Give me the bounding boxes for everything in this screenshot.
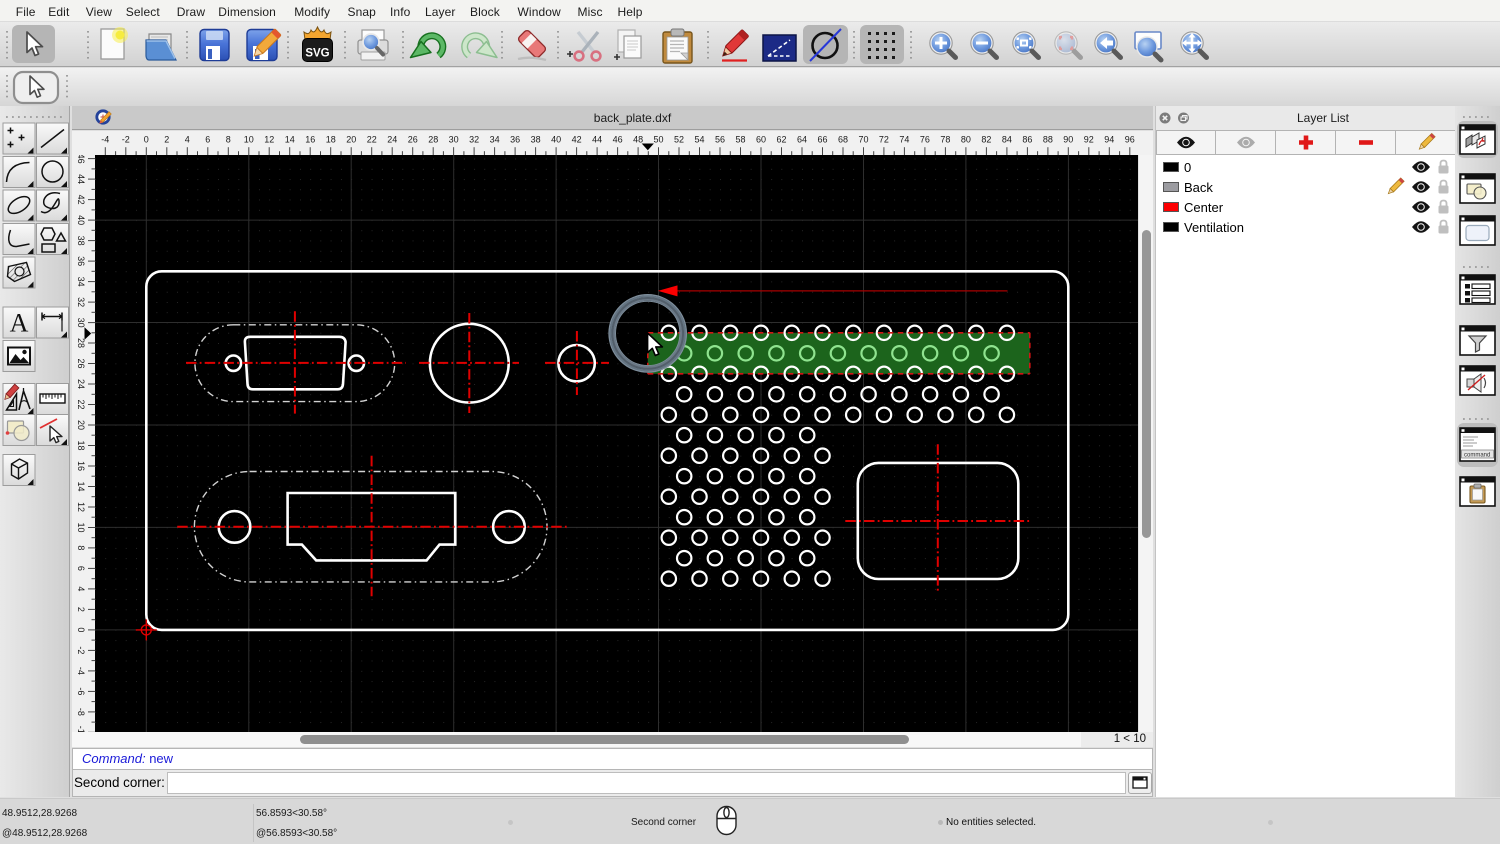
svg-text:92: 92 bbox=[1084, 135, 1094, 145]
svg-text:command: command bbox=[1464, 453, 1490, 459]
svg-text:38: 38 bbox=[76, 236, 86, 246]
svg-text:84: 84 bbox=[1002, 135, 1012, 145]
svg-text:36: 36 bbox=[76, 256, 86, 266]
svg-text:2: 2 bbox=[164, 135, 169, 145]
svg-text:-4: -4 bbox=[76, 667, 86, 675]
svg-text:18: 18 bbox=[76, 440, 86, 450]
svg-text:90: 90 bbox=[1063, 135, 1073, 145]
svg-text:30: 30 bbox=[76, 318, 86, 328]
svg-text:68: 68 bbox=[838, 135, 848, 145]
svg-text:56: 56 bbox=[715, 135, 725, 145]
svg-text:20: 20 bbox=[76, 420, 86, 430]
svg-text:46: 46 bbox=[613, 135, 623, 145]
svg-text:22: 22 bbox=[367, 135, 377, 145]
svg-text:22: 22 bbox=[76, 399, 86, 409]
svg-text:42: 42 bbox=[572, 135, 582, 145]
svg-text:-2: -2 bbox=[122, 135, 130, 145]
svg-text:24: 24 bbox=[387, 135, 397, 145]
svg-text:44: 44 bbox=[76, 174, 86, 184]
svg-text:12: 12 bbox=[76, 502, 86, 512]
svg-text:72: 72 bbox=[879, 135, 889, 145]
svg-text:50: 50 bbox=[653, 135, 663, 145]
svg-text:14: 14 bbox=[285, 135, 295, 145]
svg-text:52: 52 bbox=[674, 135, 684, 145]
svg-text:14: 14 bbox=[76, 481, 86, 491]
svg-text:4: 4 bbox=[185, 135, 190, 145]
svg-text:40: 40 bbox=[551, 135, 561, 145]
svg-text:A: A bbox=[10, 309, 29, 338]
svg-text:-8: -8 bbox=[76, 708, 86, 716]
svg-text:82: 82 bbox=[981, 135, 991, 145]
svg-text:16: 16 bbox=[305, 135, 315, 145]
svg-text:24: 24 bbox=[76, 379, 86, 389]
svg-text:26: 26 bbox=[408, 135, 418, 145]
svg-text:8: 8 bbox=[226, 135, 231, 145]
svg-text:30: 30 bbox=[449, 135, 459, 145]
svg-text:26: 26 bbox=[76, 358, 86, 368]
svg-text:18: 18 bbox=[326, 135, 336, 145]
svg-text:66: 66 bbox=[817, 135, 827, 145]
svg-text:8: 8 bbox=[76, 545, 86, 550]
svg-text:-4: -4 bbox=[101, 135, 109, 145]
svg-text:10: 10 bbox=[244, 135, 254, 145]
svg-text:-2: -2 bbox=[76, 646, 86, 654]
svg-text:42: 42 bbox=[76, 195, 86, 205]
svg-text:16: 16 bbox=[76, 461, 86, 471]
svg-text:6: 6 bbox=[76, 566, 86, 571]
svg-text:64: 64 bbox=[797, 135, 807, 145]
svg-text:58: 58 bbox=[735, 135, 745, 145]
svg-text:96: 96 bbox=[1125, 135, 1135, 145]
svg-text:78: 78 bbox=[940, 135, 950, 145]
svg-text:54: 54 bbox=[694, 135, 704, 145]
svg-text:2: 2 bbox=[76, 607, 86, 612]
svg-text:38: 38 bbox=[531, 135, 541, 145]
svg-text:12: 12 bbox=[264, 135, 274, 145]
svg-text:34: 34 bbox=[490, 135, 500, 145]
svg-text:80: 80 bbox=[961, 135, 971, 145]
svg-text:74: 74 bbox=[899, 135, 909, 145]
svg-text:28: 28 bbox=[428, 135, 438, 145]
svg-text:88: 88 bbox=[1043, 135, 1053, 145]
svg-text:44: 44 bbox=[592, 135, 602, 145]
svg-text:-6: -6 bbox=[76, 687, 86, 695]
svg-text:60: 60 bbox=[756, 135, 766, 145]
svg-text:32: 32 bbox=[469, 135, 479, 145]
svg-text:62: 62 bbox=[776, 135, 786, 145]
svg-text:46: 46 bbox=[76, 155, 86, 164]
svg-text:86: 86 bbox=[1022, 135, 1032, 145]
svg-text:94: 94 bbox=[1104, 135, 1114, 145]
svg-text:32: 32 bbox=[76, 297, 86, 307]
svg-text:34: 34 bbox=[76, 277, 86, 287]
svg-text:36: 36 bbox=[510, 135, 520, 145]
svg-text:6: 6 bbox=[205, 135, 210, 145]
svg-text:SVG: SVG bbox=[305, 48, 329, 60]
svg-text:70: 70 bbox=[858, 135, 868, 145]
svg-text:20: 20 bbox=[346, 135, 356, 145]
svg-text:0: 0 bbox=[144, 135, 149, 145]
svg-text:76: 76 bbox=[920, 135, 930, 145]
svg-text:0: 0 bbox=[76, 627, 86, 632]
svg-text:10: 10 bbox=[76, 522, 86, 532]
svg-text:4: 4 bbox=[76, 586, 86, 591]
svg-text:40: 40 bbox=[76, 215, 86, 225]
svg-text:48: 48 bbox=[633, 135, 643, 145]
